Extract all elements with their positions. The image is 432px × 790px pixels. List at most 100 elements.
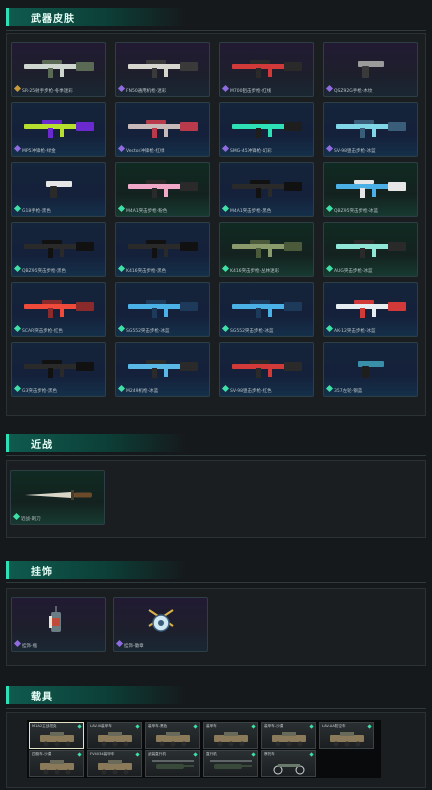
vehicle-label: 四驱车-沙漠 bbox=[32, 752, 52, 756]
weapon-skin-card[interactable]: MP5冲锋枪-绿金 bbox=[11, 102, 106, 157]
vehicle-label: 装甲车 bbox=[206, 724, 217, 728]
section-title-weapons: 武器皮肤 bbox=[31, 14, 75, 25]
weapon-skin-card[interactable]: SR-25射手步枪-冬季迷彩 bbox=[11, 42, 106, 97]
weapon-skin-card[interactable]: M4A1突击步枪-黑色 bbox=[219, 162, 314, 217]
weapon-skin-card[interactable]: G3突击步枪-黑色 bbox=[11, 342, 106, 397]
rifle-blue-icon bbox=[128, 300, 198, 318]
weapon-skin-card[interactable]: Vector冲锋枪-红绿 bbox=[115, 102, 210, 157]
vehicle-card[interactable]: 装甲车 bbox=[203, 722, 258, 749]
weapon-skin-card[interactable]: SV-98狙击步枪-冰蓝 bbox=[323, 102, 418, 157]
section-title-accessories: 挂饰 bbox=[31, 567, 53, 578]
weapon-skin-card[interactable]: K416突击步枪-黑色 bbox=[115, 222, 210, 277]
weapon-skins-header: 武器皮肤 bbox=[6, 8, 186, 26]
rarity-marker bbox=[13, 324, 22, 333]
armored-car-icon bbox=[156, 732, 190, 747]
rarity-marker bbox=[251, 724, 256, 729]
rarity-marker bbox=[193, 724, 198, 729]
vehicle-label: 装甲车-沙漠 bbox=[264, 724, 284, 728]
motorbike-icon bbox=[273, 764, 305, 775]
weapon-skin-label: M4A1突击步枪-黑色 bbox=[230, 209, 272, 214]
aug-rifle-icon bbox=[336, 240, 406, 258]
helicopter-icon bbox=[152, 760, 194, 769]
weapon-skin-label: 357左轮-钢蓝 bbox=[334, 389, 363, 394]
sniper-rifle-red-icon bbox=[232, 360, 302, 378]
weapon-skin-card[interactable]: QBZ95突击步枪-黑色 bbox=[11, 222, 106, 277]
rarity-marker bbox=[251, 752, 256, 757]
rarity-marker bbox=[135, 724, 140, 729]
trinket-bottle-icon bbox=[49, 606, 61, 632]
trinket-emblem-icon bbox=[148, 609, 174, 632]
weapon-skin-label: Vector冲锋枪-红绿 bbox=[126, 149, 165, 154]
rifle-dark-icon bbox=[24, 360, 94, 378]
weapon-skin-card[interactable]: QSZ92G手枪-木纹 bbox=[323, 42, 418, 97]
knife-icon bbox=[25, 490, 92, 500]
vehicle-card[interactable]: 武装直升机 bbox=[145, 750, 200, 777]
vehicle-card[interactable]: 装甲车-沙漠 bbox=[261, 722, 316, 749]
weapon-skin-card[interactable]: M700狙击步枪-红线 bbox=[219, 42, 314, 97]
weapon-skin-card[interactable]: M4A1突击步枪-粉色 bbox=[115, 162, 210, 217]
rifle-blue-icon bbox=[232, 300, 302, 318]
weapon-skin-card[interactable]: SV-98狙击步枪-红色 bbox=[219, 342, 314, 397]
weapon-skin-card[interactable]: FN50通用机枪-迷彩 bbox=[115, 42, 210, 97]
vehicle-card[interactable]: M1A2主战坦克 bbox=[29, 722, 84, 749]
vehicle-label: LAV-III装甲车 bbox=[90, 724, 112, 728]
rarity-marker bbox=[221, 144, 230, 153]
section-divider bbox=[6, 582, 426, 583]
section-title-vehicles: 载具 bbox=[31, 692, 53, 703]
vehicle-card[interactable]: 摩托车 bbox=[261, 750, 316, 777]
vehicle-label: LAV-AA防空车 bbox=[322, 724, 346, 728]
rifle-dark-icon bbox=[128, 240, 198, 258]
buggy-icon bbox=[40, 760, 74, 775]
armored-car-icon bbox=[272, 732, 306, 747]
weapon-skin-label: K416突击步枪-丛林迷彩 bbox=[230, 269, 280, 274]
weapon-skin-card[interactable]: AK-12突击步枪-冰蓝 bbox=[323, 282, 418, 337]
rarity-marker bbox=[221, 324, 230, 333]
rarity-marker bbox=[13, 264, 22, 273]
vehicle-card[interactable]: 装甲车-黑色 bbox=[145, 722, 200, 749]
weapon-skin-card[interactable]: 357左轮-钢蓝 bbox=[323, 342, 418, 397]
weapon-skin-label: MP5冲锋枪-绿金 bbox=[22, 149, 56, 154]
vehicle-card[interactable]: 四驱车-沙漠 bbox=[29, 750, 84, 777]
rarity-marker bbox=[115, 639, 124, 648]
weapon-skin-card[interactable]: SG552突击步枪-冰蓝 bbox=[115, 282, 210, 337]
machine-gun-camo-icon bbox=[128, 60, 198, 78]
accessory-card[interactable]: 挂饰-瓶 bbox=[11, 597, 106, 652]
weapon-skin-card[interactable]: AUG突击步枪-冰蓝 bbox=[323, 222, 418, 277]
rifle-dark-icon bbox=[24, 240, 94, 258]
accessory-label: 挂饰-瓶 bbox=[22, 644, 38, 649]
weapon-skins-grid: SR-25射手步枪-冬季迷彩 FN50通用机枪-迷彩 M700狙击步枪-红线 QS… bbox=[11, 42, 421, 397]
weapon-skin-label: K416突击步枪-黑色 bbox=[126, 269, 167, 274]
vehicle-card[interactable]: FV4034装甲车 bbox=[87, 750, 142, 777]
section-title-melee: 近战 bbox=[31, 440, 53, 451]
rarity-marker bbox=[309, 724, 314, 729]
apc-icon bbox=[98, 732, 132, 747]
weapon-skin-label: SMG-45冲锋枪-幻彩 bbox=[230, 149, 272, 154]
vehicle-card[interactable]: 直升机 bbox=[203, 750, 258, 777]
weapon-skin-label: SV-98狙击步枪-红色 bbox=[230, 389, 272, 394]
vehicle-card[interactable]: LAV-III装甲车 bbox=[87, 722, 142, 749]
weapon-skin-card[interactable]: M249机枪-冰蓝 bbox=[115, 342, 210, 397]
helicopter-icon bbox=[210, 760, 252, 769]
weapon-skin-card[interactable]: SCAR突击步枪-红色 bbox=[11, 282, 106, 337]
accessory-card[interactable]: 挂饰-徽章 bbox=[113, 597, 208, 652]
weapon-skin-card[interactable]: SMG-45冲锋枪-幻彩 bbox=[219, 102, 314, 157]
section-divider bbox=[6, 708, 426, 709]
weapon-skin-label: QSZ92G手枪-木纹 bbox=[334, 89, 373, 94]
rarity-marker bbox=[13, 384, 22, 393]
weapon-skin-label: QBZ95突击步枪-冰蓝 bbox=[334, 209, 379, 214]
vehicle-card[interactable]: LAV-AA防空车 bbox=[319, 722, 374, 749]
rarity-marker bbox=[325, 384, 334, 393]
weapon-skin-card[interactable]: G18手枪-黑色 bbox=[11, 162, 106, 217]
assault-rifle-black-icon bbox=[232, 180, 302, 198]
melee-skin-card[interactable]: 近战-刺刀 bbox=[10, 470, 105, 525]
vehicle-label: 武装直升机 bbox=[148, 752, 166, 756]
rarity-marker bbox=[325, 84, 334, 93]
melee-header: 近战 bbox=[6, 434, 186, 452]
weapon-skin-card[interactable]: SG552突击步枪-冰蓝 bbox=[219, 282, 314, 337]
rarity-marker bbox=[221, 204, 230, 213]
sniper-rifle-red-icon bbox=[232, 60, 302, 78]
sniper-rifle-camo-icon bbox=[24, 60, 94, 78]
weapon-skin-card[interactable]: QBZ95突击步枪-冰蓝 bbox=[323, 162, 418, 217]
weapon-skin-card[interactable]: K416突击步枪-丛林迷彩 bbox=[219, 222, 314, 277]
rarity-marker bbox=[117, 384, 126, 393]
